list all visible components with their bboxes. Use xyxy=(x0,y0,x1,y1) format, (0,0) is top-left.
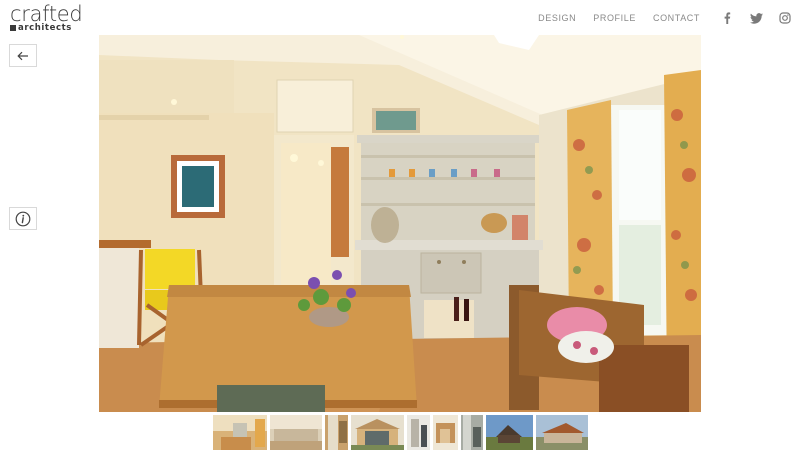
logo-square-mark xyxy=(10,25,16,32)
thumbnail-8[interactable] xyxy=(486,415,533,450)
back-button[interactable] xyxy=(9,44,37,67)
instagram-icon[interactable] xyxy=(778,11,792,25)
arrow-left-icon xyxy=(17,51,28,60)
thumbnail-5[interactable] xyxy=(407,415,430,450)
thumbnail-strip xyxy=(213,415,588,450)
thumbnail-7[interactable] xyxy=(461,415,483,450)
thumbnail-2[interactable] xyxy=(270,415,322,450)
nav-design-link[interactable]: DESIGN xyxy=(538,13,576,23)
nav-contact-link[interactable]: CONTACT xyxy=(653,13,700,23)
top-nav: DESIGN PROFILE CONTACT xyxy=(538,10,792,26)
brand-subtitle: architects xyxy=(18,23,72,33)
thumbnail-3[interactable] xyxy=(325,415,348,450)
nav-profile-link[interactable]: PROFILE xyxy=(593,13,636,23)
twitter-icon[interactable] xyxy=(749,11,763,25)
kitchen-photo xyxy=(99,35,701,412)
brand-logo[interactable]: crafted architects xyxy=(10,2,83,33)
main-photo[interactable] xyxy=(99,35,701,412)
brand-subtitle-row: architects xyxy=(10,24,82,33)
info-icon xyxy=(15,211,31,226)
facebook-icon[interactable] xyxy=(720,11,734,25)
thumbnail-9[interactable] xyxy=(536,415,588,450)
info-button[interactable] xyxy=(9,207,37,230)
thumbnail-1[interactable] xyxy=(213,415,267,450)
brand-name: crafted xyxy=(10,2,83,26)
thumbnail-4[interactable] xyxy=(351,415,404,450)
thumbnail-6[interactable] xyxy=(433,415,458,450)
